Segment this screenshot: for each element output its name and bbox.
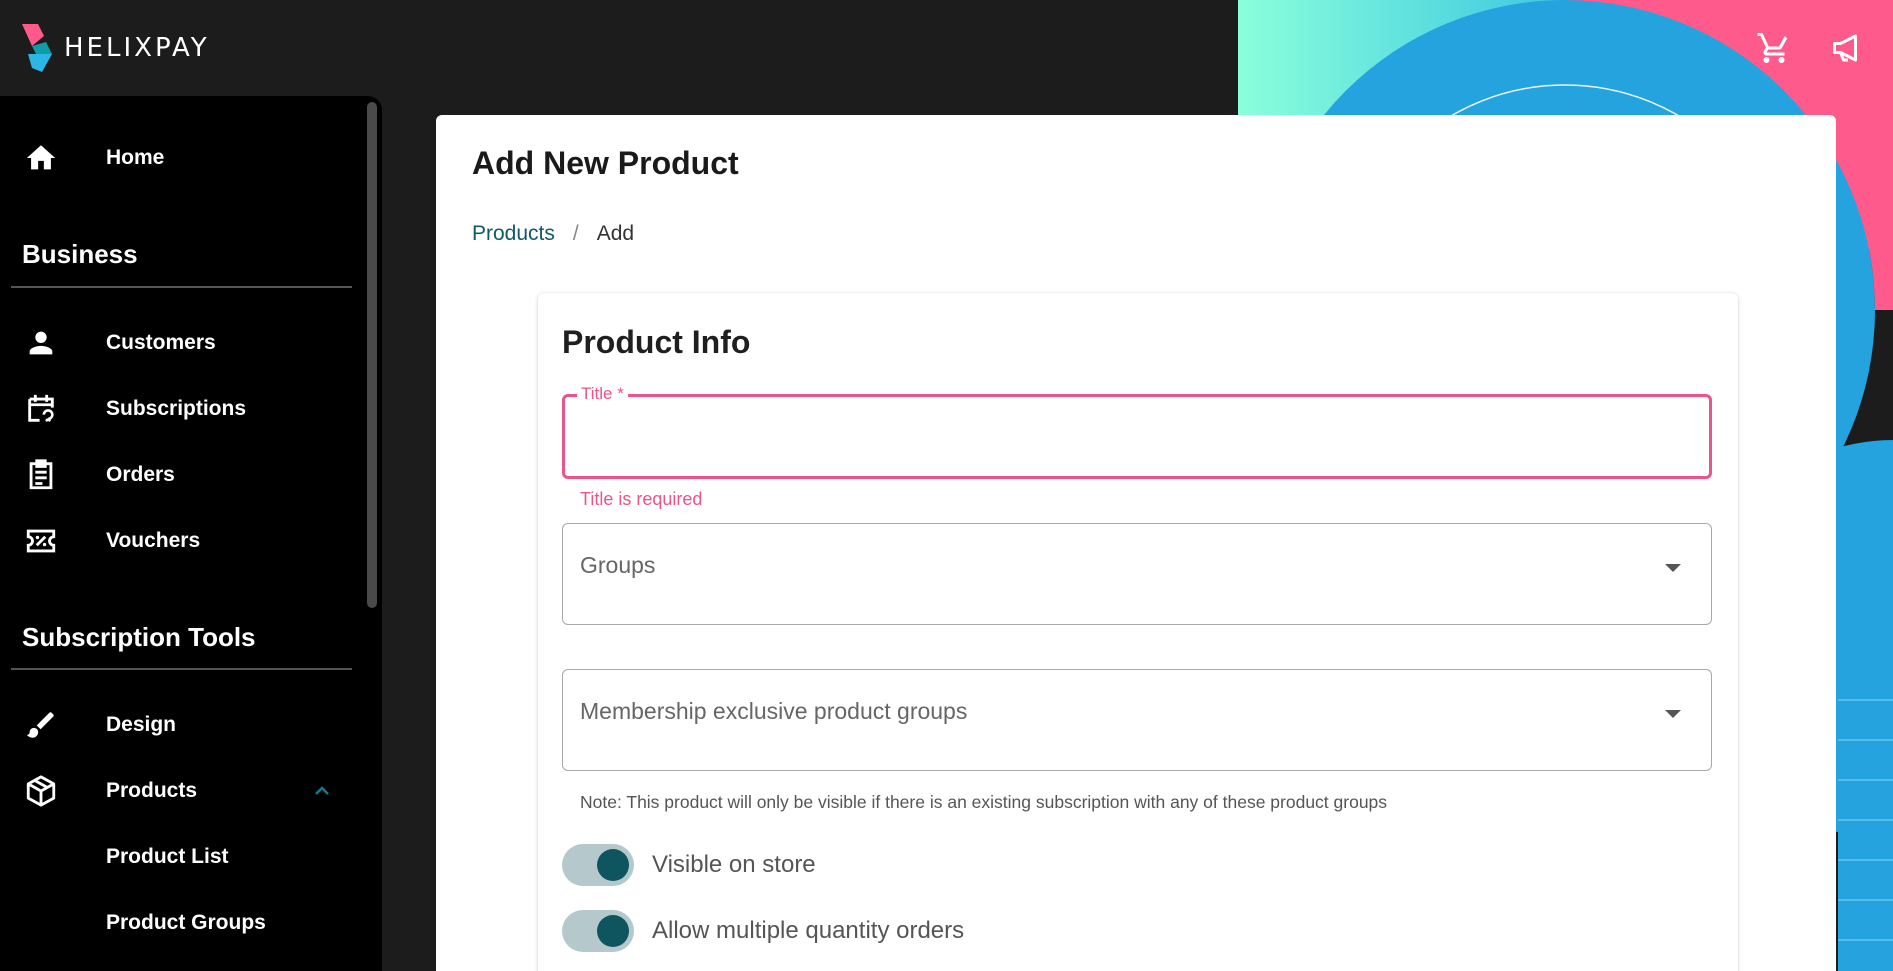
visible-on-store-toggle[interactable] [562, 844, 634, 886]
title-input[interactable] [579, 417, 1689, 453]
cart-icon[interactable] [1756, 30, 1792, 66]
sidebar-item-label: Subscriptions [106, 397, 247, 420]
groups-select[interactable]: Groups [562, 523, 1712, 625]
groups-select-placeholder: Groups [580, 552, 656, 578]
box-icon [24, 774, 58, 808]
sidebar-item-label: Product Groups [106, 911, 266, 934]
sidebar-item-label: Products [106, 779, 198, 802]
sidebar-item-label: Design [106, 713, 177, 736]
breadcrumb-separator: / [572, 222, 579, 245]
sidebar-item-label: Product List [106, 845, 229, 868]
voucher-icon [24, 524, 58, 558]
top-bar: HELIXPAY [0, 0, 1893, 96]
home-icon [24, 141, 58, 175]
section-divider [11, 286, 352, 288]
brand-name: HELIXPAY [64, 33, 210, 63]
sidebar-item-orders[interactable]: Orders [0, 449, 360, 501]
sidebar-item-label: Vouchers [106, 529, 201, 552]
logo-mark-icon [22, 24, 52, 72]
sidebar-item-label: Orders [106, 463, 175, 486]
toggle-row-visible-on-store: Visible on store [562, 844, 816, 886]
section-title-business: Business [22, 239, 138, 269]
sidebar-item-home[interactable]: Home [0, 132, 360, 184]
sidebar-item-vouchers[interactable]: Vouchers [0, 515, 360, 567]
sidebar-item-label: Customers [106, 331, 216, 354]
toggle-knob [597, 849, 629, 881]
toggle-row-multiple-quantity: Allow multiple quantity orders [562, 910, 964, 952]
chevron-up-icon[interactable] [310, 779, 334, 803]
sidebar-scrollbar[interactable] [367, 102, 377, 608]
main-content-card: Add New Product Products / Add Product I… [436, 115, 1836, 971]
sidebar: Home Business Customers Subscriptions Or… [0, 96, 382, 971]
allow-multiple-quantity-toggle[interactable] [562, 910, 634, 952]
breadcrumb: Products / Add [472, 222, 634, 246]
toggle-label: Allow multiple quantity orders [652, 917, 965, 944]
breadcrumb-products-link[interactable]: Products [472, 222, 555, 246]
card-title: Product Info [562, 324, 751, 360]
helixpay-logo[interactable]: HELIXPAY [22, 24, 210, 72]
megaphone-icon[interactable] [1830, 30, 1866, 66]
sidebar-item-subscriptions[interactable]: Subscriptions [0, 383, 360, 435]
toggle-label: Visible on store [652, 851, 816, 878]
membership-groups-select[interactable]: Membership exclusive product groups [562, 669, 1712, 771]
title-field[interactable]: Title * [562, 384, 1712, 479]
person-icon [24, 326, 58, 360]
section-divider [11, 668, 352, 670]
sidebar-item-customers[interactable]: Customers [0, 317, 360, 369]
sidebar-item-products[interactable]: Products [0, 765, 360, 817]
title-error-text: Title is required [580, 489, 703, 509]
page-title: Add New Product [472, 145, 739, 181]
product-info-card: Product Info Title * Title is required G… [538, 293, 1738, 971]
dropdown-arrow-icon [1665, 564, 1681, 572]
membership-note: Note: This product will only be visible … [580, 792, 1388, 812]
section-title-subscription-tools: Subscription Tools [22, 622, 256, 652]
dropdown-arrow-icon [1665, 710, 1681, 718]
title-field-label: Title * [577, 384, 628, 404]
membership-groups-placeholder: Membership exclusive product groups [580, 698, 968, 724]
brush-icon [24, 708, 58, 742]
sidebar-item-design[interactable]: Design [0, 699, 360, 751]
clipboard-icon [24, 458, 58, 492]
sidebar-item-product-groups[interactable]: Product Groups [0, 897, 360, 949]
toggle-knob [597, 915, 629, 947]
sidebar-item-label: Home [106, 146, 165, 169]
calendar-sync-icon [24, 392, 58, 426]
sidebar-item-product-list[interactable]: Product List [0, 831, 360, 883]
breadcrumb-current: Add [596, 222, 635, 245]
